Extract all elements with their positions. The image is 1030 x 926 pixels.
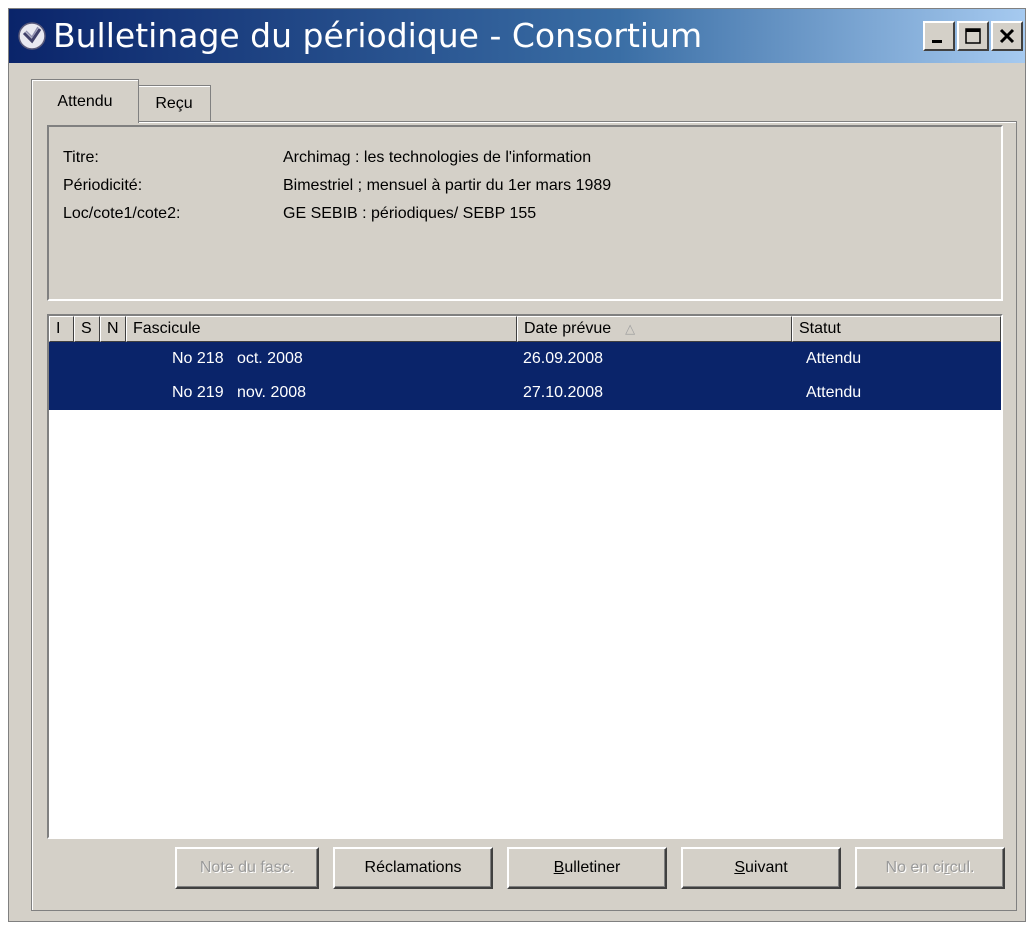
column-header-n[interactable]: N	[100, 316, 126, 342]
issues-list[interactable]: I S N Fascicule Date prévue △ Statut No 2…	[47, 314, 1003, 839]
table-row[interactable]: No 218 oct. 2008 26.09.2008 Attendu	[49, 342, 1001, 376]
note-du-fasc-label: Note du fasc.	[199, 859, 295, 876]
info-row-titre: Titre: Archimag : les technologies de l'…	[63, 149, 591, 167]
date-prevue-header-label: Date prévue	[524, 320, 612, 337]
fascicule-number: No 218	[172, 350, 224, 367]
minimize-icon	[932, 40, 942, 43]
minimize-button[interactable]	[923, 21, 955, 51]
tab-attendu[interactable]: Attendu	[31, 79, 139, 123]
cell-date-prevue: 27.10.2008	[523, 384, 604, 401]
list-header: I S N Fascicule Date prévue △ Statut	[49, 316, 1001, 342]
cell-fascicule: No 218 oct. 2008	[126, 350, 517, 368]
list-rows: No 218 oct. 2008 26.09.2008 Attendu No 2…	[49, 342, 1001, 410]
loc-cote-value: GE SEBIB : périodiques/ SEBP 155	[283, 205, 537, 222]
no-en-circul-button[interactable]: No en circul.	[855, 847, 1005, 889]
window-controls	[923, 21, 1023, 51]
tab-recu[interactable]: Reçu	[137, 85, 211, 121]
tab-recu-label: Reçu	[155, 94, 193, 112]
column-header-date-prevue[interactable]: Date prévue △	[517, 316, 792, 342]
cell-statut: Attendu	[806, 350, 862, 367]
cell-fascicule: No 219 nov. 2008	[126, 384, 517, 402]
close-icon	[999, 28, 1015, 44]
close-button[interactable]	[991, 21, 1023, 51]
fascicule-number: No 219	[172, 384, 224, 401]
bulletiner-button[interactable]: Bulletiner	[507, 847, 667, 889]
titre-value: Archimag : les technologies de l'informa…	[283, 149, 592, 166]
tab-attendu-label: Attendu	[57, 92, 113, 110]
maximize-icon	[965, 28, 981, 44]
reclamations-label: Réclamations	[364, 859, 462, 876]
bulletiner-label: Bulletiner	[553, 859, 621, 876]
column-header-statut[interactable]: Statut	[792, 316, 1001, 342]
cell-statut: Attendu	[806, 384, 862, 401]
suivant-button[interactable]: Suivant	[681, 847, 841, 889]
suivant-label: Suivant	[734, 859, 788, 876]
fascicule-date: oct. 2008	[236, 350, 303, 367]
column-header-fascicule[interactable]: Fascicule	[126, 316, 517, 342]
loc-cote-label: Loc/cote1/cote2:	[63, 205, 181, 222]
column-header-i[interactable]: I	[49, 316, 74, 342]
title-bar[interactable]: Bulletinage du périodique - Consortium	[9, 9, 1025, 63]
app-logo-icon	[17, 21, 47, 51]
note-du-fasc-button[interactable]: Note du fasc.	[175, 847, 319, 889]
column-header-s[interactable]: S	[74, 316, 100, 342]
reclamations-button[interactable]: Réclamations	[333, 847, 493, 889]
main-window: Bulletinage du périodique - Consortium A…	[8, 8, 1026, 922]
table-row[interactable]: No 219 nov. 2008 27.10.2008 Attendu	[49, 376, 1001, 410]
no-en-circul-label: No en circul.	[885, 859, 975, 876]
sort-ascending-icon: △	[625, 321, 636, 336]
info-row-periodicite: Périodicité: Bimestriel ; mensuel à part…	[63, 177, 611, 195]
window-title: Bulletinage du périodique - Consortium	[53, 16, 703, 55]
periodical-info-box: Titre: Archimag : les technologies de l'…	[47, 125, 1003, 301]
info-row-loc-cote: Loc/cote1/cote2: GE SEBIB : périodiques/…	[63, 205, 536, 223]
maximize-button[interactable]	[957, 21, 989, 51]
periodicite-value: Bimestriel ; mensuel à partir du 1er mar…	[283, 177, 612, 194]
fascicule-date: nov. 2008	[236, 384, 307, 401]
titre-label: Titre:	[63, 149, 99, 166]
periodicite-label: Périodicité:	[63, 177, 143, 194]
cell-date-prevue: 26.09.2008	[523, 350, 604, 367]
